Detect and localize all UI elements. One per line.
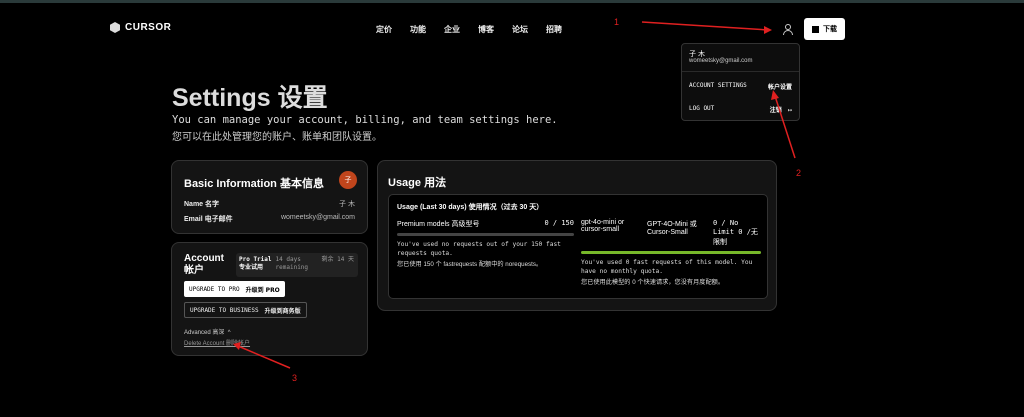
annotation-arrows	[233, 21, 796, 369]
annotation-arrow-2	[774, 95, 796, 159]
annotation-arrowhead-3	[233, 342, 241, 350]
annotation-label-1: 1	[614, 17, 620, 27]
annotation-label-2: 2	[796, 168, 802, 178]
annotation-arrow-1	[641, 21, 769, 31]
annotation-arrow-3	[237, 345, 291, 369]
annotation-arrowhead-2	[771, 90, 779, 100]
annotation-label-3: 3	[292, 373, 298, 383]
annotation-arrowhead-1	[764, 26, 772, 34]
